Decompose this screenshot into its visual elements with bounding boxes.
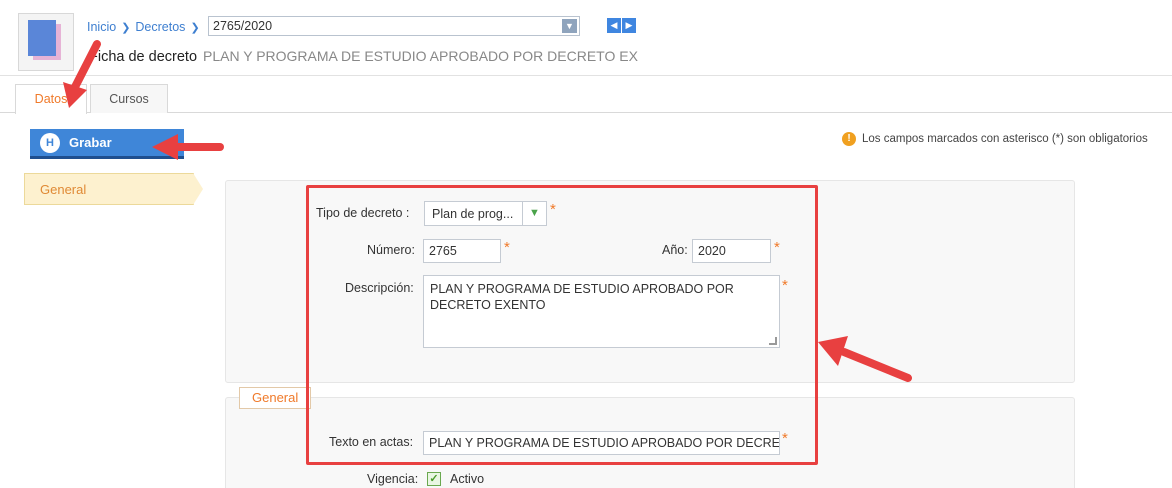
record-selector-value: 2765/2020 <box>213 19 273 33</box>
vigencia-label: Vigencia: <box>367 472 419 486</box>
annotation-arrow-icon <box>63 40 101 108</box>
floppy-disk-icon: H <box>40 132 60 153</box>
save-button-label: Grabar <box>69 135 112 150</box>
arrow-left-icon[interactable]: ◀ <box>607 18 621 33</box>
sidebar-item-general[interactable]: General <box>24 173 203 205</box>
caret-down-icon[interactable]: ▼ <box>562 19 577 33</box>
checkbox-checked-icon[interactable]: ✓ <box>427 472 441 486</box>
page-subtitle: PLAN Y PROGRAMA DE ESTUDIO APROBADO POR … <box>203 48 638 64</box>
page-header: Inicio ❯ Decretos ❯ 2765/2020 ▼ ◀ ▶ Fich… <box>0 0 1172 76</box>
chevron-right-icon: ❯ <box>121 21 131 34</box>
annotation-arrow-icon <box>818 336 912 382</box>
page-title: Ficha de decreto PLAN Y PROGRAMA DE ESTUD… <box>89 48 638 65</box>
fieldset-legend-general: General <box>239 387 312 409</box>
chevron-right-icon: ❯ <box>190 21 200 34</box>
required-fields-note: ! Los campos marcados con asterisco (*) … <box>842 132 1148 146</box>
record-selector[interactable]: 2765/2020 ▼ <box>208 16 580 36</box>
vigencia-value: Activo <box>450 472 485 486</box>
breadcrumb-decretos[interactable]: Decretos <box>135 20 185 34</box>
annotation-highlight-box <box>306 185 818 465</box>
tab-bar: Datos Cursos <box>0 84 1172 114</box>
required-note-text: Los campos marcados con asterisco (*) so… <box>862 133 1148 145</box>
record-navigation: ◀ ▶ <box>607 18 637 33</box>
annotation-arrow-icon <box>152 134 224 160</box>
info-icon: ! <box>842 132 856 146</box>
arrow-right-icon[interactable]: ▶ <box>622 18 636 33</box>
